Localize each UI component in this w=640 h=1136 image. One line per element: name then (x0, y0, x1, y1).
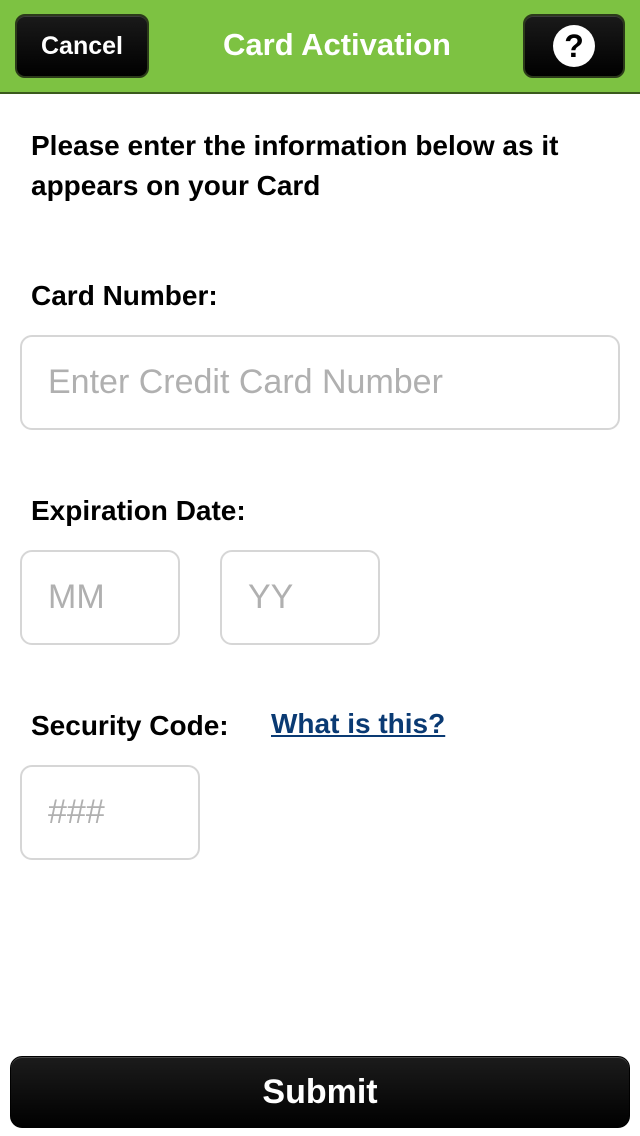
card-number-input[interactable] (20, 335, 620, 430)
submit-button[interactable]: Submit (10, 1056, 630, 1128)
what-is-this-link[interactable]: What is this? (271, 708, 445, 740)
page-title: Card Activation (223, 27, 451, 62)
question-mark-icon: ? (553, 25, 595, 67)
expiration-year-input[interactable] (220, 550, 380, 645)
help-button[interactable]: ? (523, 14, 625, 78)
expiration-month-input[interactable] (20, 550, 180, 645)
security-code-input[interactable] (20, 765, 200, 860)
expiration-date-label: Expiration Date: (31, 495, 246, 526)
card-activation-screen: Cancel Card Activation ? Please enter th… (0, 0, 640, 1136)
navigation-bar: Cancel Card Activation ? (0, 0, 640, 94)
card-number-label: Card Number: (31, 280, 218, 311)
security-code-label: Security Code: (31, 710, 229, 741)
instructions-text: Please enter the information below as it… (31, 130, 559, 201)
cancel-button[interactable]: Cancel (15, 14, 149, 78)
